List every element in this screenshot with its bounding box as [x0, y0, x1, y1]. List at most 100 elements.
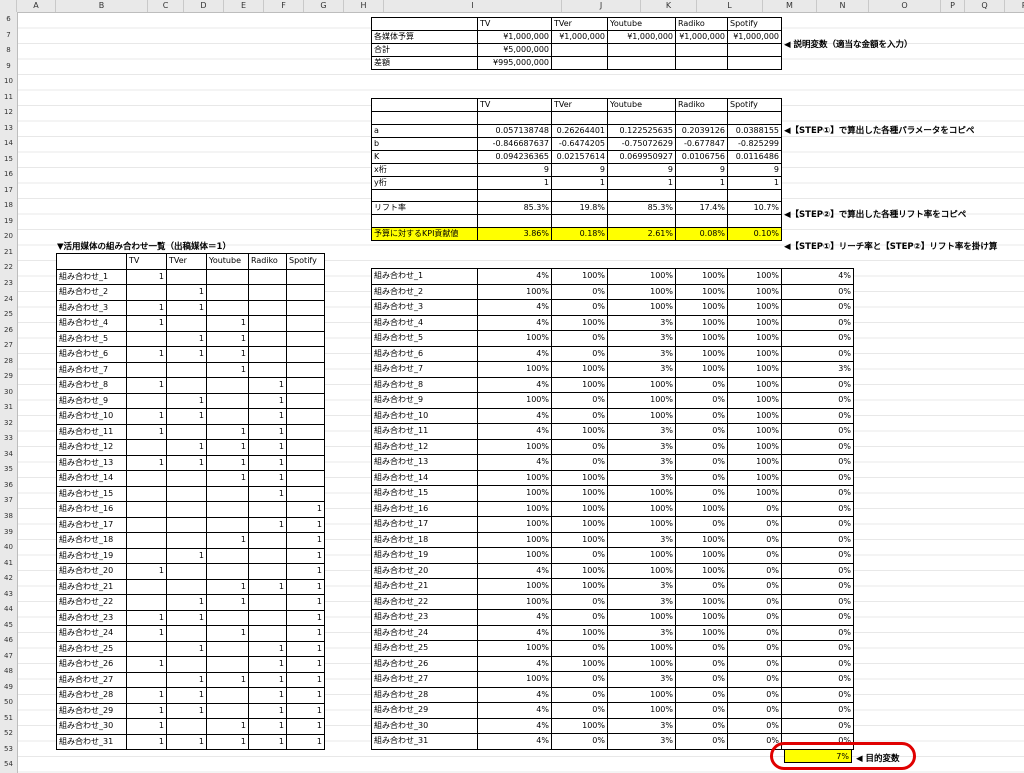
value-cell[interactable]: 0% [675, 717, 728, 734]
row-label-cell[interactable]: 組み合わせ_26 [371, 655, 478, 672]
value-cell[interactable] [286, 284, 325, 301]
value-cell[interactable]: 1 [126, 377, 167, 394]
value-cell[interactable]: 1 [286, 547, 325, 564]
value-cell[interactable]: 0% [781, 516, 854, 533]
value-cell[interactable]: 0.0116486 [727, 149, 782, 164]
value-cell[interactable]: 1 [286, 609, 325, 626]
value-cell[interactable]: 100% [477, 500, 552, 517]
row-label-cell[interactable]: 組み合わせ_3 [371, 299, 478, 316]
value-cell[interactable] [286, 377, 325, 394]
value-cell[interactable]: 100% [727, 423, 782, 440]
value-cell[interactable]: 100% [551, 485, 608, 502]
value-cell[interactable]: 0% [675, 392, 728, 409]
value-cell[interactable]: 100% [607, 376, 676, 393]
value-cell[interactable]: 0.069950927 [607, 149, 676, 164]
value-cell[interactable]: 100% [675, 314, 728, 331]
value-cell[interactable]: 1 [206, 454, 249, 471]
value-cell[interactable]: 100% [675, 562, 728, 579]
value-cell[interactable]: 0% [781, 345, 854, 362]
row-header-26[interactable]: 26 [0, 325, 17, 335]
value-cell[interactable]: 100% [607, 268, 676, 285]
value-cell[interactable] [248, 501, 287, 518]
value-cell[interactable]: 3% [607, 578, 676, 595]
value-cell[interactable]: 1 [248, 687, 287, 704]
value-cell[interactable] [248, 547, 287, 564]
value-cell[interactable]: 100% [675, 547, 728, 564]
value-cell[interactable]: 1 [126, 656, 167, 673]
value-cell[interactable] [206, 687, 249, 704]
value-cell[interactable]: 0% [675, 485, 728, 502]
value-cell[interactable]: 0% [727, 624, 782, 641]
value-cell[interactable]: 1 [166, 330, 207, 347]
value-cell[interactable]: 1 [206, 330, 249, 347]
value-cell[interactable] [126, 578, 167, 595]
value-cell[interactable]: 100% [551, 717, 608, 734]
row-header-9[interactable]: 9 [0, 61, 17, 71]
row-header-45[interactable]: 45 [0, 620, 17, 630]
value-cell[interactable]: 100% [727, 345, 782, 362]
value-cell[interactable]: 100% [551, 361, 608, 378]
value-cell[interactable]: 4% [477, 624, 552, 641]
value-cell[interactable] [206, 501, 249, 518]
row-header-35[interactable]: 35 [0, 464, 17, 474]
column-header-o[interactable]: O [869, 0, 941, 12]
value-cell[interactable]: 1 [248, 640, 287, 657]
value-cell[interactable]: 0% [781, 671, 854, 688]
row-label-cell[interactable]: 組み合わせ_12 [371, 438, 478, 455]
value-cell[interactable]: 0% [781, 330, 854, 347]
row-header-44[interactable]: 44 [0, 604, 17, 614]
value-cell[interactable] [551, 111, 608, 125]
value-cell[interactable]: 1 [248, 377, 287, 394]
value-cell[interactable]: 0% [675, 407, 728, 424]
value-cell[interactable]: 100% [477, 283, 552, 300]
value-cell[interactable]: 0% [781, 547, 854, 564]
value-cell[interactable]: 0% [781, 423, 854, 440]
value-cell[interactable]: 0% [551, 330, 608, 347]
value-cell[interactable] [166, 268, 207, 285]
row-label-cell[interactable]: 組み合わせ_9 [371, 392, 478, 409]
value-cell[interactable] [166, 501, 207, 518]
value-cell[interactable]: 100% [551, 423, 608, 440]
row-label-cell[interactable]: 組み合わせ_11 [56, 423, 127, 440]
value-cell[interactable]: 1 [286, 625, 325, 642]
value-cell[interactable]: 1 [248, 408, 287, 425]
value-cell[interactable] [727, 214, 782, 229]
value-cell[interactable]: 1 [551, 175, 608, 190]
value-cell[interactable]: 1 [206, 578, 249, 595]
row-label-cell[interactable]: 組み合わせ_1 [56, 268, 127, 285]
value-cell[interactable]: 4% [477, 345, 552, 362]
row-label-cell[interactable]: K [371, 149, 478, 164]
value-cell[interactable]: 1 [248, 439, 287, 456]
value-cell[interactable]: 0.2039126 [675, 123, 728, 138]
value-cell[interactable] [551, 43, 608, 57]
value-cell[interactable] [166, 578, 207, 595]
value-cell[interactable]: 4% [477, 423, 552, 440]
value-cell[interactable]: 0% [727, 655, 782, 672]
value-cell[interactable]: 0% [781, 485, 854, 502]
value-cell[interactable]: 1 [206, 423, 249, 440]
value-cell[interactable]: 1 [166, 640, 207, 657]
value-cell[interactable]: 0.26264401 [551, 123, 608, 138]
value-cell[interactable]: 0.02157614 [551, 149, 608, 164]
column-header-i[interactable]: I [384, 0, 562, 12]
row-label-cell[interactable]: 組み合わせ_8 [56, 377, 127, 394]
value-cell[interactable]: 100% [675, 345, 728, 362]
value-cell[interactable]: 100% [727, 454, 782, 471]
value-cell[interactable]: 100% [607, 547, 676, 564]
value-cell[interactable]: 100% [727, 376, 782, 393]
row-label-cell[interactable]: 合計 [371, 43, 478, 57]
value-cell[interactable]: 85.3% [607, 201, 676, 216]
value-cell[interactable]: 100% [607, 299, 676, 316]
value-cell[interactable]: 0% [727, 593, 782, 610]
value-cell[interactable]: 0% [551, 392, 608, 409]
value-cell[interactable]: 1 [286, 671, 325, 688]
row-header-24[interactable]: 24 [0, 294, 17, 304]
value-cell[interactable] [248, 532, 287, 549]
value-cell[interactable] [727, 43, 782, 57]
row-label-cell[interactable]: 組み合わせ_10 [371, 407, 478, 424]
row-header-bar[interactable]: 6 7 8 9 10 11 12 13 14 15 16 17 18 19 20 21 22 23 24 25 26 27… [0, 12, 18, 773]
value-cell[interactable]: 1 [248, 656, 287, 673]
value-cell[interactable]: -0.825299 [727, 136, 782, 151]
value-cell[interactable]: 100% [675, 268, 728, 285]
row-label-cell[interactable]: 組み合わせ_21 [56, 578, 127, 595]
